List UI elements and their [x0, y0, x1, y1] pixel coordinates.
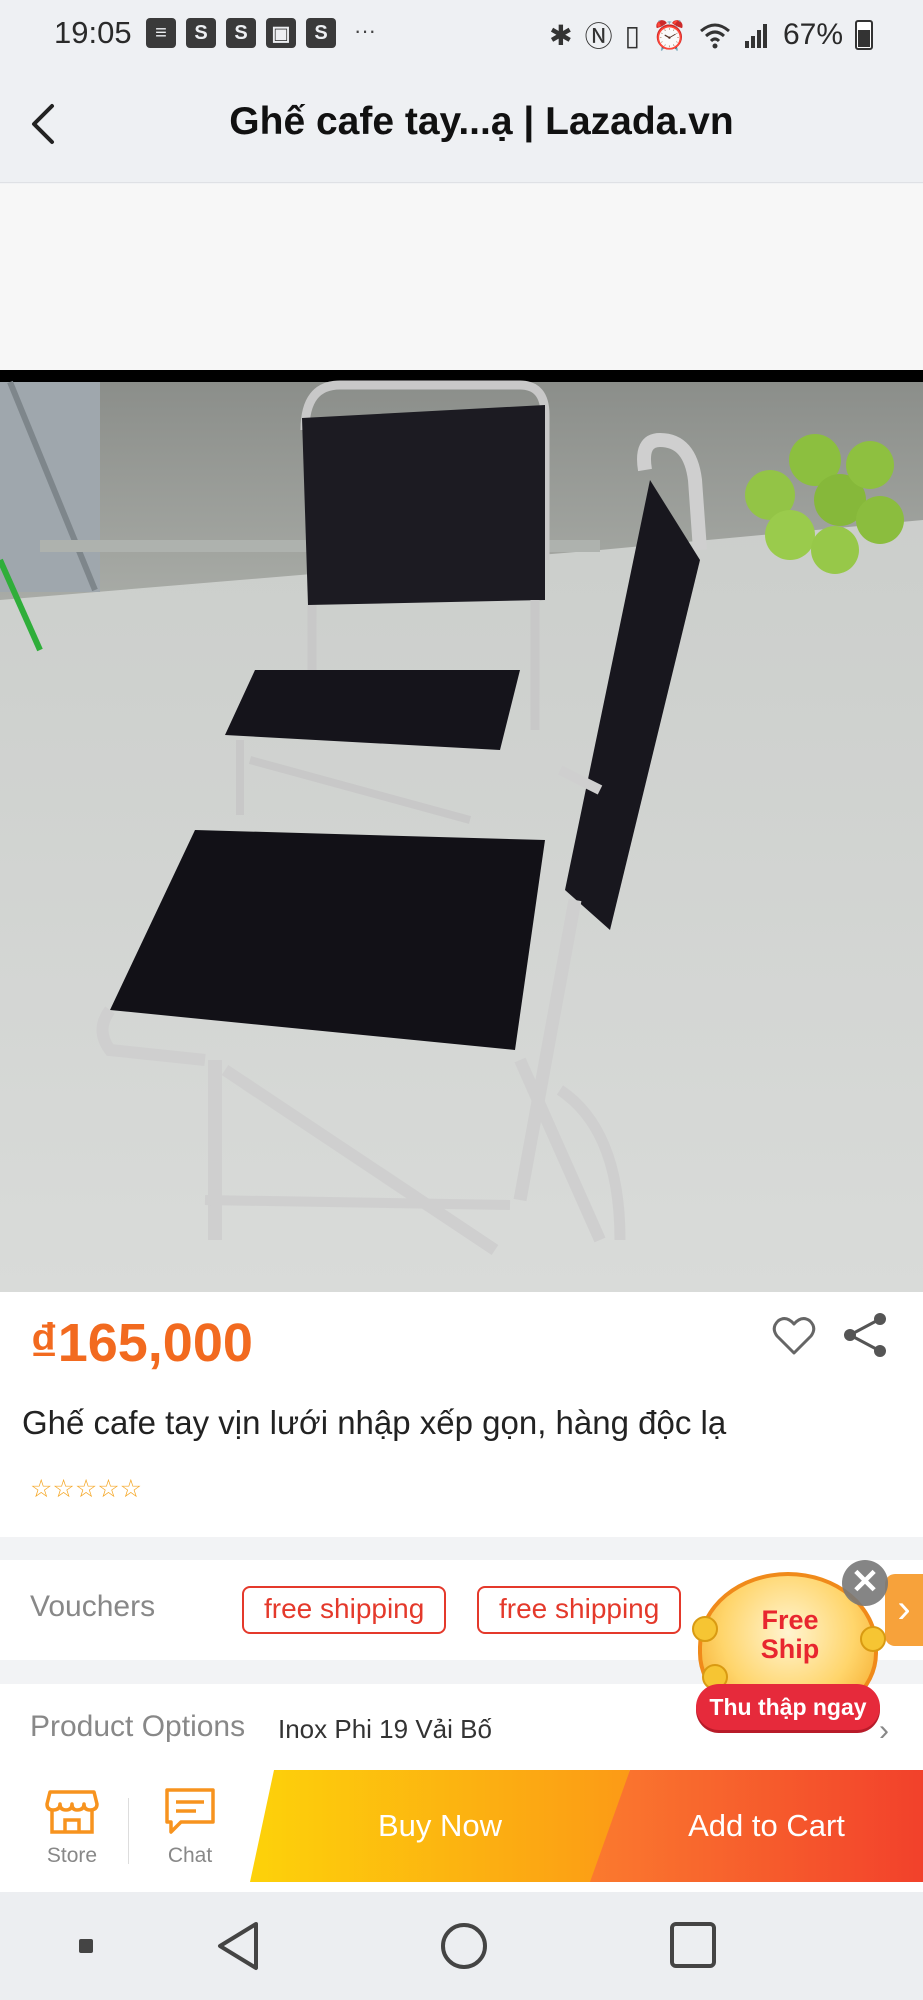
- battery-percent: 67%: [782, 18, 843, 51]
- product-info-card: ₫165,000 Ghế cafe tay vịn lưới nhập xếp …: [0, 1292, 923, 1537]
- square-recents-icon: [670, 1922, 716, 1968]
- share-button[interactable]: [840, 1310, 890, 1360]
- back-button[interactable]: [14, 94, 74, 154]
- status-time: 19:05: [54, 15, 132, 50]
- divider: [128, 1798, 129, 1864]
- store-icon: [45, 1790, 99, 1834]
- image-top-spacer: [0, 184, 923, 370]
- page-title: Ghế cafe tay...ạ | Lazada.vn: [229, 100, 734, 143]
- alarm-icon: ⏰: [652, 19, 687, 51]
- square-dot-icon: [79, 1939, 93, 1953]
- buy-now-button[interactable]: Buy Now: [250, 1770, 630, 1882]
- chevron-right-icon[interactable]: ›: [885, 1574, 923, 1646]
- product-options-label: Product Options: [30, 1710, 246, 1743]
- shopee-icon: S: [226, 18, 256, 48]
- nfc-icon: Ⓝ: [584, 21, 613, 52]
- free-ship-title: Free Ship: [690, 1606, 890, 1664]
- chat-button[interactable]: Chat: [140, 1784, 240, 1868]
- bottom-action-bar: Store Chat Buy Now Add to Cart: [0, 1770, 923, 1892]
- notification-icons: ≡ S S ▣ S: [146, 18, 336, 48]
- rating-stars[interactable]: ☆☆☆☆☆: [30, 1474, 142, 1504]
- circle-home-icon: [441, 1923, 487, 1969]
- vouchers-label: Vouchers: [30, 1590, 156, 1623]
- store-label: Store: [46, 1844, 98, 1867]
- message-icon: ≡: [146, 18, 176, 48]
- collect-now-button[interactable]: Thu thập ngay: [696, 1684, 880, 1730]
- share-icon: [844, 1313, 886, 1357]
- free-ship-line1: Free: [761, 1605, 819, 1635]
- battery-icon: [855, 20, 873, 50]
- shopee-icon: S: [306, 18, 336, 48]
- wifi-icon: [699, 23, 730, 49]
- voucher-tag[interactable]: free shipping: [477, 1586, 682, 1634]
- title-bar: Ghế cafe tay...ạ | Lazada.vn: [0, 70, 923, 183]
- nav-recents-button[interactable]: [668, 1920, 718, 1975]
- more-notifications-icon: ···: [354, 18, 376, 43]
- free-ship-line2: Ship: [760, 1634, 820, 1664]
- store-button[interactable]: Store: [22, 1784, 122, 1868]
- product-title: Ghế cafe tay vịn lưới nhập xếp gọn, hàng…: [22, 1404, 727, 1441]
- triangle-back-icon: [218, 1922, 258, 1970]
- system-nav-bar: [0, 1892, 923, 2000]
- add-to-cart-button[interactable]: Add to Cart: [590, 1770, 923, 1882]
- status-bar: 19:05 ≡ S S ▣ S ··· ✱ Ⓝ ▯ ⏰ 67%: [0, 0, 923, 70]
- wishlist-button[interactable]: [770, 1312, 818, 1360]
- product-options-value: Inox Phi 19 Vải Bố: [278, 1714, 492, 1744]
- signal-icon: [744, 24, 767, 48]
- chat-label: Chat: [167, 1844, 213, 1867]
- shopee-icon: S: [186, 18, 216, 48]
- product-price: ₫165,000: [30, 1313, 253, 1373]
- voucher-tag[interactable]: free shipping: [242, 1586, 447, 1634]
- product-image[interactable]: [0, 370, 923, 1292]
- vibrate-icon: ▯: [624, 19, 641, 51]
- heart-outline-icon: [772, 1317, 816, 1355]
- chevron-left-icon: [32, 104, 54, 144]
- nav-home-button[interactable]: [438, 1920, 490, 1977]
- recent-dot-button[interactable]: [76, 1936, 96, 1961]
- chair-photo: [0, 380, 923, 1292]
- free-ship-badge[interactable]: Free Ship Thu thập ngay ✕: [690, 1560, 890, 1748]
- bluetooth-icon: ✱: [549, 19, 573, 51]
- lazada-product-page: 19:05 ≡ S S ▣ S ··· ✱ Ⓝ ▯ ⏰ 67% Ghế cafe…: [0, 0, 923, 2000]
- chat-icon: [165, 1788, 215, 1834]
- close-icon[interactable]: ✕: [842, 1560, 888, 1606]
- system-status: ✱ Ⓝ ▯ ⏰ 67%: [549, 15, 873, 55]
- nav-back-button[interactable]: [214, 1920, 264, 1977]
- gallery-icon: ▣: [266, 18, 296, 48]
